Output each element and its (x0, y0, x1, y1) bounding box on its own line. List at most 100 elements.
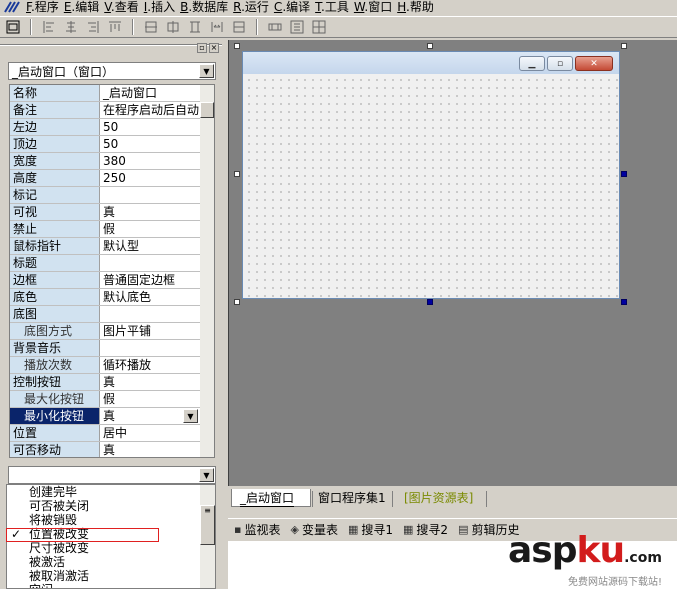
property-row[interactable]: 标题 (10, 255, 214, 272)
menu-view[interactable]: V.查看 (104, 1, 144, 13)
resize-handle[interactable] (621, 171, 627, 177)
align-left-icon[interactable] (40, 18, 58, 36)
equal-height-icon[interactable] (186, 18, 204, 36)
maximize-icon[interactable]: ▫ (547, 56, 573, 71)
menu-tools[interactable]: T.工具 (315, 1, 354, 13)
property-value[interactable]: 普通固定边框 (100, 272, 214, 288)
property-value[interactable]: 250 (100, 170, 214, 186)
menu-program[interactable]: F.程序 (26, 1, 64, 13)
form-icon[interactable] (4, 18, 22, 36)
property-row[interactable]: 可否移动真 (10, 442, 214, 457)
tab-window-assembly[interactable]: 窗口程序集1 (318, 491, 386, 507)
property-value[interactable]: 真 (100, 374, 214, 390)
menu-window[interactable]: W.窗口 (354, 1, 397, 13)
resize-handle[interactable] (621, 43, 627, 49)
resize-handle[interactable] (427, 299, 433, 305)
property-row[interactable]: 高度 250 (10, 170, 214, 187)
event-scrollbar[interactable]: ≡ (200, 485, 215, 588)
close-icon[interactable]: ✕ (575, 56, 613, 71)
center-form-icon[interactable] (288, 18, 306, 36)
align-top-icon[interactable] (106, 18, 124, 36)
property-value[interactable]: 在程序启动后自动 (100, 102, 214, 118)
same-size-icon[interactable] (266, 18, 284, 36)
minimize-icon[interactable]: ▁ (519, 56, 545, 71)
panel-restore-icon[interactable]: ▫ (197, 43, 207, 53)
menu-help[interactable]: H.帮助 (397, 1, 439, 13)
variable-table-button[interactable]: ◈ 变量表 (290, 521, 337, 538)
chevron-down-icon[interactable]: ▼ (183, 409, 198, 423)
scrollbar-thumb[interactable] (200, 102, 214, 118)
property-row[interactable]: 播放次数 循环播放 (10, 357, 214, 374)
property-row[interactable]: 备注 在程序启动后自动 (10, 102, 214, 119)
property-row[interactable]: 顶边 50 (10, 136, 214, 153)
resize-handle[interactable] (621, 299, 627, 305)
equal-space-icon[interactable] (208, 18, 226, 36)
property-row[interactable]: 禁止假 (10, 221, 214, 238)
property-row[interactable]: 左边 50 (10, 119, 214, 136)
property-value[interactable]: 50 (100, 136, 214, 152)
property-value[interactable]: 假 (100, 391, 214, 407)
property-value[interactable]: 居中 (100, 425, 214, 441)
event-item[interactable]: 被取消激活 (7, 569, 215, 583)
tab-image-resources[interactable]: [图片资源表] (404, 491, 473, 507)
property-row[interactable]: 背景音乐 (10, 340, 214, 357)
property-scrollbar[interactable] (200, 85, 214, 457)
property-row[interactable]: 最大化按钮假 (10, 391, 214, 408)
property-value[interactable]: 380 (100, 153, 214, 169)
property-row[interactable]: 名称 _启动窗口 (10, 85, 214, 102)
property-row[interactable]: 位置 居中 (10, 425, 214, 442)
property-value[interactable] (100, 255, 214, 271)
menu-edit[interactable]: E.编辑 (64, 1, 104, 13)
property-value[interactable]: 图片平铺 (100, 323, 214, 339)
property-value[interactable]: 假 (100, 221, 214, 237)
property-row[interactable]: 鼠标指针 默认型 (10, 238, 214, 255)
scrollbar-thumb[interactable]: ≡ (200, 505, 215, 545)
property-value[interactable] (100, 306, 214, 322)
event-item[interactable]: 创建完毕 (7, 485, 215, 499)
align-center-icon[interactable] (62, 18, 80, 36)
resize-handle[interactable] (427, 43, 433, 49)
equal-width-icon[interactable] (230, 18, 248, 36)
property-value[interactable]: _启动窗口 (100, 85, 214, 101)
property-value[interactable]: 循环播放 (100, 357, 214, 373)
center-horizontal-icon[interactable] (164, 18, 182, 36)
property-row[interactable]: 控制按钮真 (10, 374, 214, 391)
resize-handle[interactable] (234, 171, 240, 177)
property-value[interactable]: 50 (100, 119, 214, 135)
menu-run[interactable]: R.运行 (233, 1, 274, 13)
window-client-grid[interactable] (243, 74, 619, 298)
property-value[interactable]: 默认型 (100, 238, 214, 254)
property-value[interactable]: 真 (100, 442, 214, 457)
align-middle-icon[interactable] (142, 18, 160, 36)
property-row[interactable]: 最小化按钮真 ▼ (10, 408, 214, 425)
property-row[interactable]: 宽度 380 (10, 153, 214, 170)
align-right-icon[interactable] (84, 18, 102, 36)
property-row[interactable]: 底图 (10, 306, 214, 323)
search1-button[interactable]: ▦ 搜寻1 (348, 521, 393, 538)
resize-handle[interactable] (234, 43, 240, 49)
chevron-down-icon[interactable]: ▼ (199, 468, 214, 482)
property-value[interactable]: 真 (100, 204, 214, 220)
panel-close-icon[interactable]: × (209, 43, 219, 53)
object-selector[interactable]: _启动窗口（窗口） ▼ (8, 62, 216, 80)
menu-database[interactable]: B.数据库 (180, 1, 233, 13)
resize-handle[interactable] (234, 299, 240, 305)
chevron-down-icon[interactable]: ▼ (199, 64, 214, 78)
event-item[interactable]: 将被销毁 (7, 513, 215, 527)
property-row[interactable]: 可视真 (10, 204, 214, 221)
property-value[interactable] (100, 340, 214, 356)
menu-insert[interactable]: I.插入 (144, 1, 180, 13)
event-selector[interactable]: ▼ (8, 466, 216, 484)
watch-table-button[interactable]: ▪ 监视表 (234, 521, 280, 538)
tab-startup-window[interactable]: _启动窗口 (240, 491, 295, 507)
event-item[interactable]: 尺寸被改变 (7, 541, 215, 555)
menu-compile[interactable]: C.编译 (274, 1, 315, 13)
search2-button[interactable]: ▦ 搜寻2 (403, 521, 448, 538)
event-item[interactable]: 可否被关闭 (7, 499, 215, 513)
property-row[interactable]: 底图方式 图片平铺 (10, 323, 214, 340)
event-item[interactable]: 被激活 (7, 555, 215, 569)
grid-icon[interactable] (310, 18, 328, 36)
property-row[interactable]: 标记 (10, 187, 214, 204)
property-value[interactable] (100, 187, 214, 203)
property-row[interactable]: 底色 默认底色 (10, 289, 214, 306)
